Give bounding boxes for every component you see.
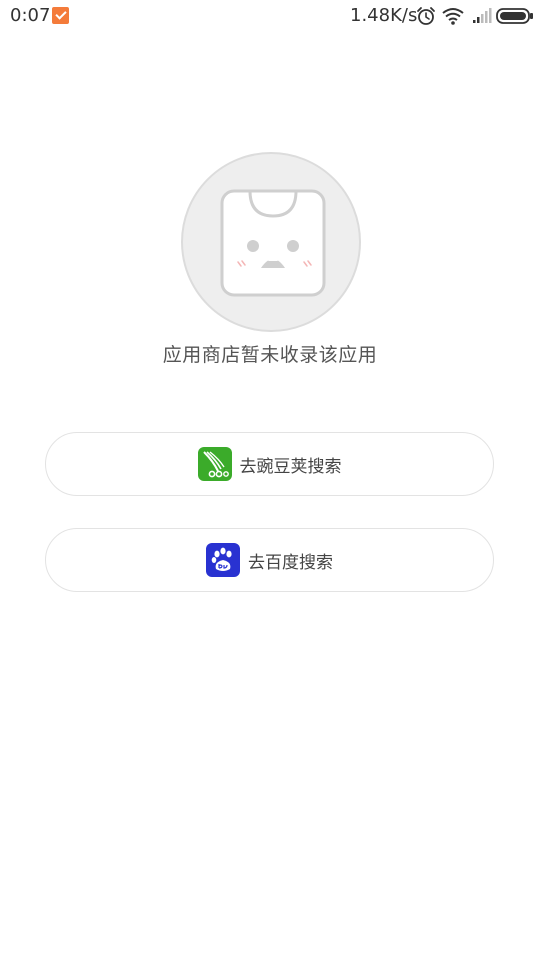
empty-state-illustration [181,152,361,332]
status-time: 0:07 [10,5,51,26]
wifi-icon [442,8,464,25]
status-bar: 0:07 1.48K/s [0,0,540,32]
baidu-icon [206,543,240,577]
notification-icon [52,7,69,24]
sad-bag-icon [220,189,326,297]
empty-state-message: 应用商店暂未收录该应用 [162,344,378,366]
wandoujia-icon [197,447,232,481]
search-baidu-label: 去百度搜索 [248,552,333,573]
search-wandoujia-button[interactable]: 去豌豆荚搜索 [45,432,494,496]
search-wandoujia-label: 去豌豆荚搜索 [239,456,342,477]
search-baidu-button[interactable]: 去百度搜索 [45,528,494,592]
network-speed: 1.48K/s [350,5,418,26]
signal-icon [473,8,492,23]
alarm-icon [417,7,435,25]
battery-icon [496,8,533,24]
app-screen: 0:07 1.48K/s 应用商店暂未收录该应用 去豌豆荚搜索 去百度搜索 [0,0,540,960]
